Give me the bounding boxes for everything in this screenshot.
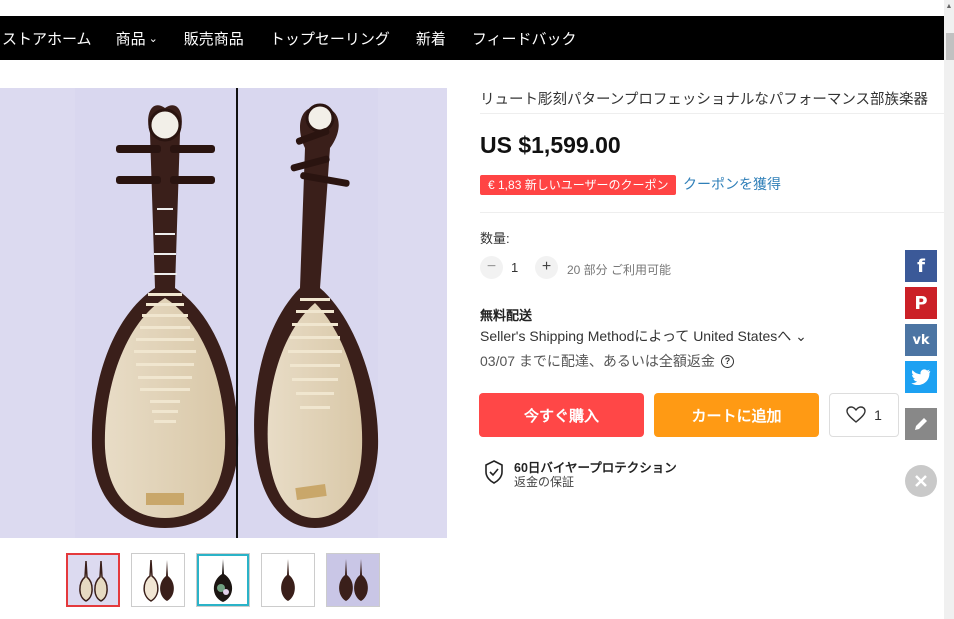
product-price: US $1,599.00 xyxy=(480,132,621,158)
quantity-value[interactable]: 1 xyxy=(511,260,518,275)
thumbnail-pipa-front-back[interactable] xyxy=(66,553,120,607)
wishlist-count: 1 xyxy=(874,407,882,423)
shipping-method-selector[interactable]: Seller's Shipping Methodによって United Stat… xyxy=(480,326,807,346)
nav-feedback[interactable]: フィードバック xyxy=(472,28,577,49)
thumbnail-strip xyxy=(66,553,391,607)
nav-label: 販売商品 xyxy=(183,30,244,48)
nav-store-home[interactable]: ストアホーム xyxy=(2,28,92,49)
nav-label: フィードバック xyxy=(471,30,577,48)
pencil-icon xyxy=(915,418,927,430)
twitter-icon xyxy=(911,369,931,385)
vk-icon: vk xyxy=(912,332,930,348)
facebook-icon: f xyxy=(917,255,925,277)
page-scrollbar[interactable] xyxy=(944,0,954,619)
nav-label: 商品 xyxy=(115,30,146,48)
thumbnail-pipa-dark-single[interactable] xyxy=(261,553,315,607)
close-share-button[interactable] xyxy=(905,465,937,497)
facebook-share-button[interactable]: f xyxy=(905,250,937,282)
pipa-illustration xyxy=(0,88,447,538)
thumbnail-pipa-pair-purple[interactable] xyxy=(326,553,380,607)
pinterest-share-button[interactable]: P xyxy=(905,287,937,319)
top-strip xyxy=(0,0,944,16)
add-to-cart-button[interactable]: カートに追加 xyxy=(654,393,819,437)
thumbnail-pipa-inlay[interactable] xyxy=(196,553,250,607)
edit-button[interactable] xyxy=(905,408,937,440)
delivery-date: 03/07 までに配達、あるいは全額返金 ? xyxy=(480,351,734,371)
coupon-badge: € 1,83 新しいユーザーのクーポン xyxy=(480,175,677,195)
pinterest-icon: P xyxy=(914,292,928,314)
scroll-up-arrow-icon[interactable]: ▲ xyxy=(944,0,954,14)
quantity-decrease-button[interactable]: − xyxy=(480,256,503,279)
store-nav-bar: ストアホーム 商品 ⌄ 販売商品 トップセーリング 新着 フィードバック xyxy=(0,16,944,60)
question-icon[interactable]: ? xyxy=(720,354,734,368)
get-coupon-link[interactable]: クーポンを獲得 xyxy=(683,174,781,194)
vk-share-button[interactable]: vk xyxy=(905,324,937,356)
image-divider xyxy=(236,88,238,538)
shipping-title: 無料配送 xyxy=(480,308,533,323)
nav-new-arrivals[interactable]: 新着 xyxy=(416,28,446,49)
quantity-increase-button[interactable]: + xyxy=(535,256,558,279)
quantity-available: 20 部分 ご利用可能 xyxy=(567,263,672,277)
quantity-label: 数量: xyxy=(480,231,510,246)
divider xyxy=(480,212,944,213)
pipa-side xyxy=(254,103,379,529)
divider xyxy=(480,113,944,114)
close-icon xyxy=(915,475,927,487)
nav-label: ストアホーム xyxy=(2,30,92,48)
nav-top-selling[interactable]: トップセーリング xyxy=(270,28,390,49)
buy-now-button[interactable]: 今すぐ購入 xyxy=(479,393,644,437)
pipa-front xyxy=(91,105,239,528)
shield-check-icon xyxy=(485,460,503,484)
main-product-image[interactable] xyxy=(0,88,447,538)
chevron-down-icon: ⌄ xyxy=(148,32,158,45)
twitter-share-button[interactable] xyxy=(905,361,937,393)
wishlist-button[interactable]: 1 xyxy=(829,393,899,437)
nav-label: トップセーリング xyxy=(269,30,390,48)
nav-products[interactable]: 商品 ⌄ xyxy=(116,28,158,49)
heart-icon xyxy=(846,406,866,423)
product-title: リュート彫刻パターンプロフェッショナルなパフォーマンス部族楽器 xyxy=(480,92,929,108)
delivery-date-text: 03/07 までに配達、あるいは全額返金 xyxy=(480,353,715,369)
nav-label: 新着 xyxy=(415,30,446,48)
thumbnail-pipa-dark-pair[interactable] xyxy=(131,553,185,607)
scrollbar-thumb[interactable] xyxy=(946,33,954,60)
buyer-protection-subtitle: 返金の保証 xyxy=(514,475,575,489)
nav-sale-items[interactable]: 販売商品 xyxy=(184,28,244,49)
